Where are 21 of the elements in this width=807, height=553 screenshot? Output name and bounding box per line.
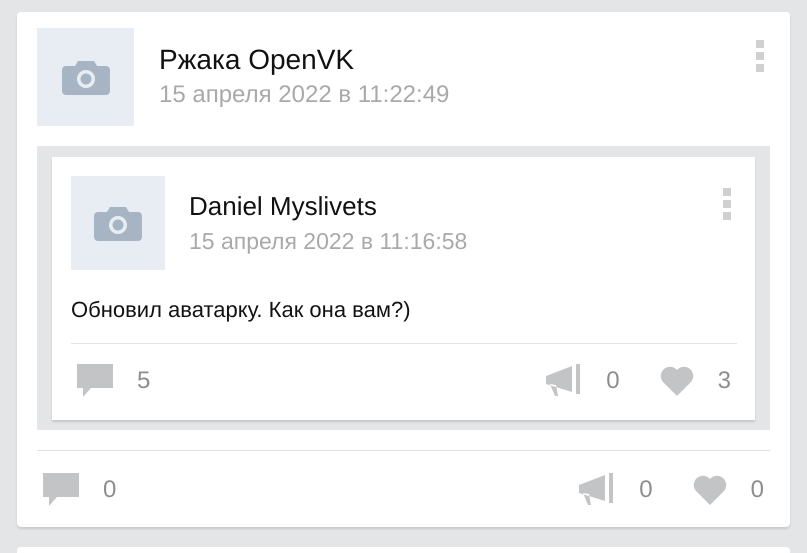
avatar[interactable]: [71, 176, 165, 270]
post-text: Обновил аватарку. Как она вам?): [71, 297, 737, 344]
more-icon[interactable]: [756, 40, 764, 72]
megaphone-icon[interactable]: [546, 364, 582, 398]
like-count: 3: [718, 367, 731, 395]
avatar[interactable]: [37, 28, 134, 126]
author-name[interactable]: Ржака OpenVK: [159, 42, 756, 78]
camera-icon: [62, 59, 110, 95]
repost-count: 0: [639, 476, 653, 504]
heart-icon[interactable]: [660, 366, 694, 396]
author-name[interactable]: Daniel Myslivets: [189, 188, 723, 224]
repost-count: 0: [606, 367, 620, 395]
comment-icon[interactable]: [43, 473, 79, 507]
heart-icon[interactable]: [692, 475, 727, 505]
like-count: 0: [750, 476, 764, 504]
comment-icon[interactable]: [77, 364, 113, 398]
camera-icon: [94, 205, 142, 241]
comment-count: 5: [137, 367, 150, 395]
comment-count: 0: [103, 476, 116, 504]
more-icon[interactable]: [723, 188, 731, 220]
megaphone-icon[interactable]: [579, 473, 616, 507]
